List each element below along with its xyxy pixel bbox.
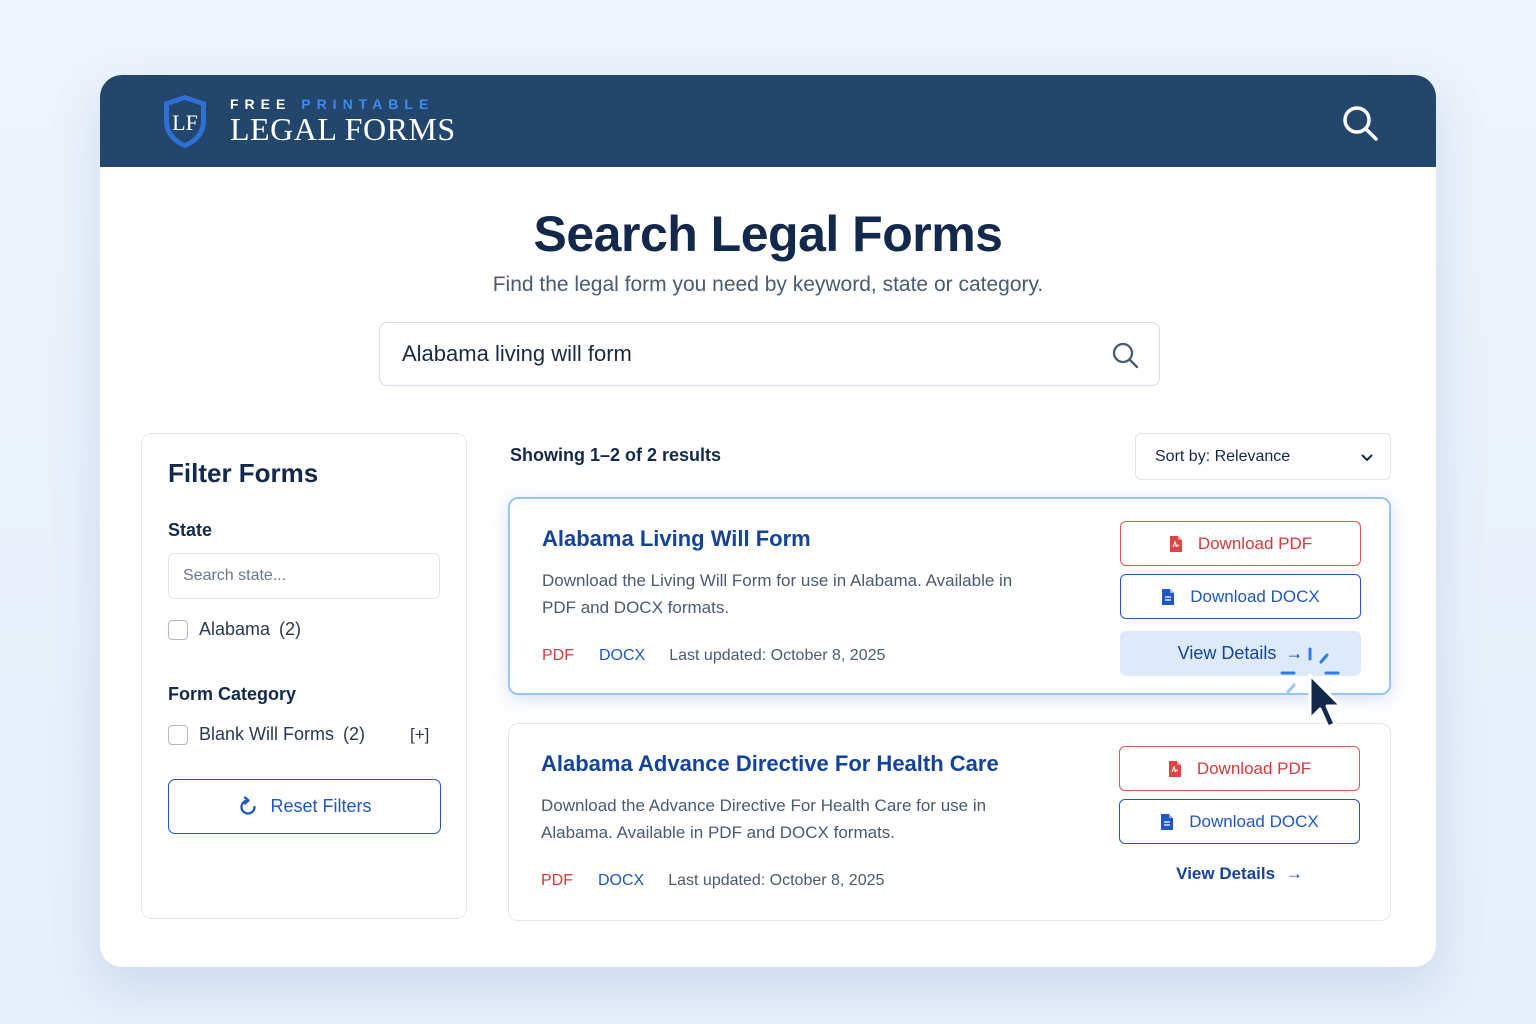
state-option-label: Alabama bbox=[199, 619, 271, 639]
svg-text:LF: LF bbox=[172, 110, 198, 135]
search-bar bbox=[379, 322, 1160, 386]
format-tag-docx: DOCX bbox=[598, 872, 645, 889]
state-option-alabama[interactable]: Alabama (2) bbox=[168, 619, 301, 640]
download-docx-button[interactable]: Download DOCX bbox=[1120, 574, 1361, 619]
shield-logo-icon: LF bbox=[164, 95, 206, 148]
download-pdf-button[interactable]: Download PDF bbox=[1119, 746, 1360, 791]
app-window: LF FREE PRINTABLE LEGAL FORMS Search Leg… bbox=[100, 75, 1436, 967]
download-pdf-label: Download PDF bbox=[1197, 533, 1313, 553]
view-details-label: View Details bbox=[1176, 864, 1276, 883]
result-card: Alabama Advance Directive For Health Car… bbox=[508, 723, 1391, 921]
pdf-file-icon bbox=[1168, 760, 1181, 777]
category-filter-label: Form Category bbox=[168, 684, 297, 704]
sort-label: Sort by: Relevance bbox=[1155, 448, 1291, 465]
search-icon[interactable] bbox=[1111, 341, 1139, 369]
docx-file-icon bbox=[1161, 813, 1174, 830]
download-docx-label: Download DOCX bbox=[1190, 586, 1320, 606]
format-tag-pdf: PDF bbox=[541, 872, 573, 889]
logo-tagline: FREE PRINTABLE bbox=[230, 97, 456, 111]
category-option-count: (2) bbox=[343, 724, 366, 744]
state-filter-label: State bbox=[168, 520, 213, 540]
results-count: Showing 1–2 of 2 results bbox=[510, 445, 722, 465]
format-tag-docx: DOCX bbox=[599, 647, 646, 664]
last-updated: Last updated: October 8, 2025 bbox=[669, 647, 886, 664]
download-docx-label: Download DOCX bbox=[1189, 811, 1319, 831]
result-title-link[interactable]: Alabama Living Will Form bbox=[542, 526, 811, 552]
arrow-right-icon: → bbox=[1285, 643, 1304, 663]
result-description: Download the Living Will Form for use in… bbox=[542, 571, 1013, 617]
top-navigation-bar: LF FREE PRINTABLE LEGAL FORMS bbox=[100, 75, 1436, 167]
logo-wordmark: FREE PRINTABLE LEGAL FORMS bbox=[230, 97, 456, 145]
download-pdf-label: Download PDF bbox=[1196, 758, 1312, 778]
search-input[interactable] bbox=[402, 323, 1082, 385]
result-meta: PDF DOCX Last updated: October 8, 2025 bbox=[542, 647, 885, 665]
logo-word-printable: PRINTABLE bbox=[301, 96, 435, 112]
download-pdf-button[interactable]: Download PDF bbox=[1120, 521, 1361, 566]
search-icon[interactable] bbox=[1340, 103, 1380, 143]
result-description: Download the Advance Directive For Healt… bbox=[541, 796, 987, 842]
format-tag-pdf: PDF bbox=[542, 647, 574, 664]
category-expand-toggle[interactable]: [+] bbox=[410, 725, 429, 745]
category-option-blank-will-forms[interactable]: Blank Will Forms (2) bbox=[168, 724, 365, 745]
pdf-file-icon bbox=[1169, 535, 1182, 552]
docx-file-icon bbox=[1162, 588, 1175, 605]
sort-dropdown[interactable]: Sort by: Relevance bbox=[1135, 433, 1391, 480]
logo-title: LEGAL FORMS bbox=[230, 111, 456, 147]
view-details-link[interactable]: View Details → bbox=[1119, 864, 1360, 884]
download-docx-button[interactable]: Download DOCX bbox=[1119, 799, 1360, 844]
logo-word-free: FREE bbox=[230, 96, 292, 112]
reset-filters-label: Reset Filters bbox=[270, 796, 372, 816]
category-option-label: Blank Will Forms bbox=[199, 724, 335, 744]
chevron-down-icon bbox=[1361, 454, 1373, 461]
refresh-icon bbox=[240, 795, 257, 815]
reset-filters-button[interactable]: Reset Filters bbox=[168, 779, 441, 834]
last-updated: Last updated: October 8, 2025 bbox=[668, 872, 885, 889]
blank-will-forms-checkbox[interactable] bbox=[168, 724, 188, 745]
filter-panel: Filter Forms State Alabama (2) Form Cate… bbox=[141, 433, 467, 919]
page-subtitle: Find the legal form you need by keyword,… bbox=[492, 273, 1044, 296]
state-search-input[interactable] bbox=[168, 553, 440, 599]
result-title-link[interactable]: Alabama Advance Directive For Health Car… bbox=[541, 751, 999, 777]
result-card: Alabama Living Will Form Download the Li… bbox=[508, 497, 1391, 695]
alabama-checkbox[interactable] bbox=[168, 619, 188, 640]
site-logo[interactable]: LF FREE PRINTABLE LEGAL FORMS bbox=[160, 93, 456, 149]
state-option-count: (2) bbox=[279, 619, 302, 639]
arrow-right-icon: → bbox=[1285, 864, 1303, 883]
filter-title: Filter Forms bbox=[168, 458, 319, 488]
result-meta: PDF DOCX Last updated: October 8, 2025 bbox=[541, 872, 884, 890]
view-details-button[interactable]: View Details → bbox=[1120, 631, 1361, 676]
view-details-label: View Details bbox=[1177, 643, 1277, 663]
page-title: Search Legal Forms bbox=[533, 206, 1003, 262]
